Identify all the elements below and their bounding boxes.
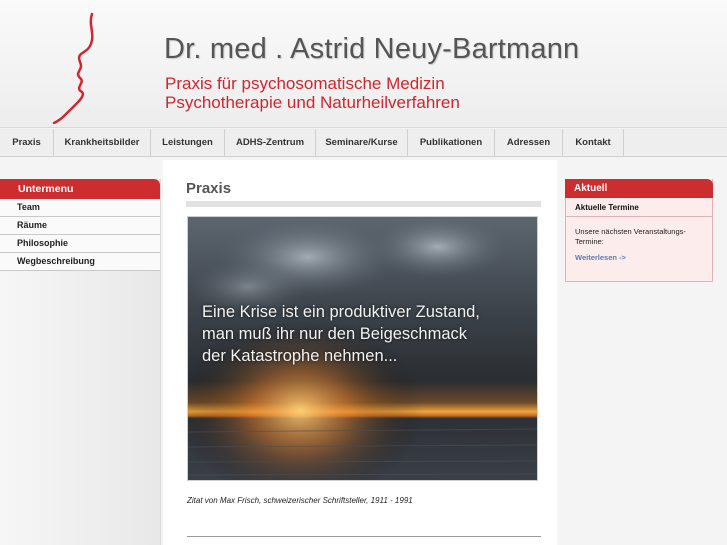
nav-item-kontakt[interactable]: Kontakt [563, 129, 624, 157]
nav-item-adhs-zentrum[interactable]: ADHS-Zentrum [225, 129, 316, 157]
nav-item-praxis[interactable]: Praxis [0, 129, 54, 157]
site-title: Dr. med . Astrid Neuy-Bartmann [164, 33, 580, 65]
news-box: Aktuell Aktuelle Termine Unsere nächsten… [565, 179, 713, 282]
sidebar-item-team[interactable]: Team [0, 199, 160, 217]
face-profile-logo-icon[interactable] [52, 12, 112, 124]
site-subtitle-1: Praxis für psychosomatische Medizin [165, 74, 445, 93]
nav-item-leistungen[interactable]: Leistungen [151, 129, 225, 157]
site-header: Dr. med . Astrid Neuy-Bartmann Praxis fü… [0, 0, 727, 128]
nav-item-adressen[interactable]: Adressen [495, 129, 563, 157]
sidebar-heading: Untermenu [0, 179, 160, 199]
news-heading: Aktuell [565, 179, 713, 198]
title-divider [186, 201, 541, 207]
news-text: Unsere nächsten Veranstaltungs-Termine: [575, 227, 686, 246]
quote-caption: Zitat von Max Frisch, schweizerischer Sc… [187, 496, 413, 505]
hero-quote: Eine Krise ist ein produktiver Zustand, … [202, 303, 480, 365]
read-more-link[interactable]: Weiterlesen -> [575, 253, 626, 262]
page-title: Praxis [186, 180, 232, 197]
news-divider [566, 216, 712, 217]
nav-item-krankheitsbilder[interactable]: Krankheitsbilder [54, 129, 151, 157]
hero-image: Eine Krise ist ein produktiver Zustand, … [187, 216, 538, 481]
nav-item-seminare-kurse[interactable]: Seminare/Kurse [316, 129, 408, 157]
main-navigation: Praxis Krankheitsbilder Leistungen ADHS-… [0, 129, 727, 157]
news-subheading: Aktuelle Termine [575, 203, 639, 212]
sidebar-item-wegbeschreibung[interactable]: Wegbeschreibung [0, 253, 160, 271]
sidebar: Untermenu Team Räume Philosophie Wegbesc… [0, 179, 161, 545]
site-subtitle-2: Psychotherapie und Naturheilverfahren [165, 93, 460, 112]
content-divider [187, 536, 541, 537]
sidebar-item-raeume[interactable]: Räume [0, 217, 160, 235]
sidebar-item-philosophie[interactable]: Philosophie [0, 235, 160, 253]
nav-item-publikationen[interactable]: Publikationen [408, 129, 495, 157]
